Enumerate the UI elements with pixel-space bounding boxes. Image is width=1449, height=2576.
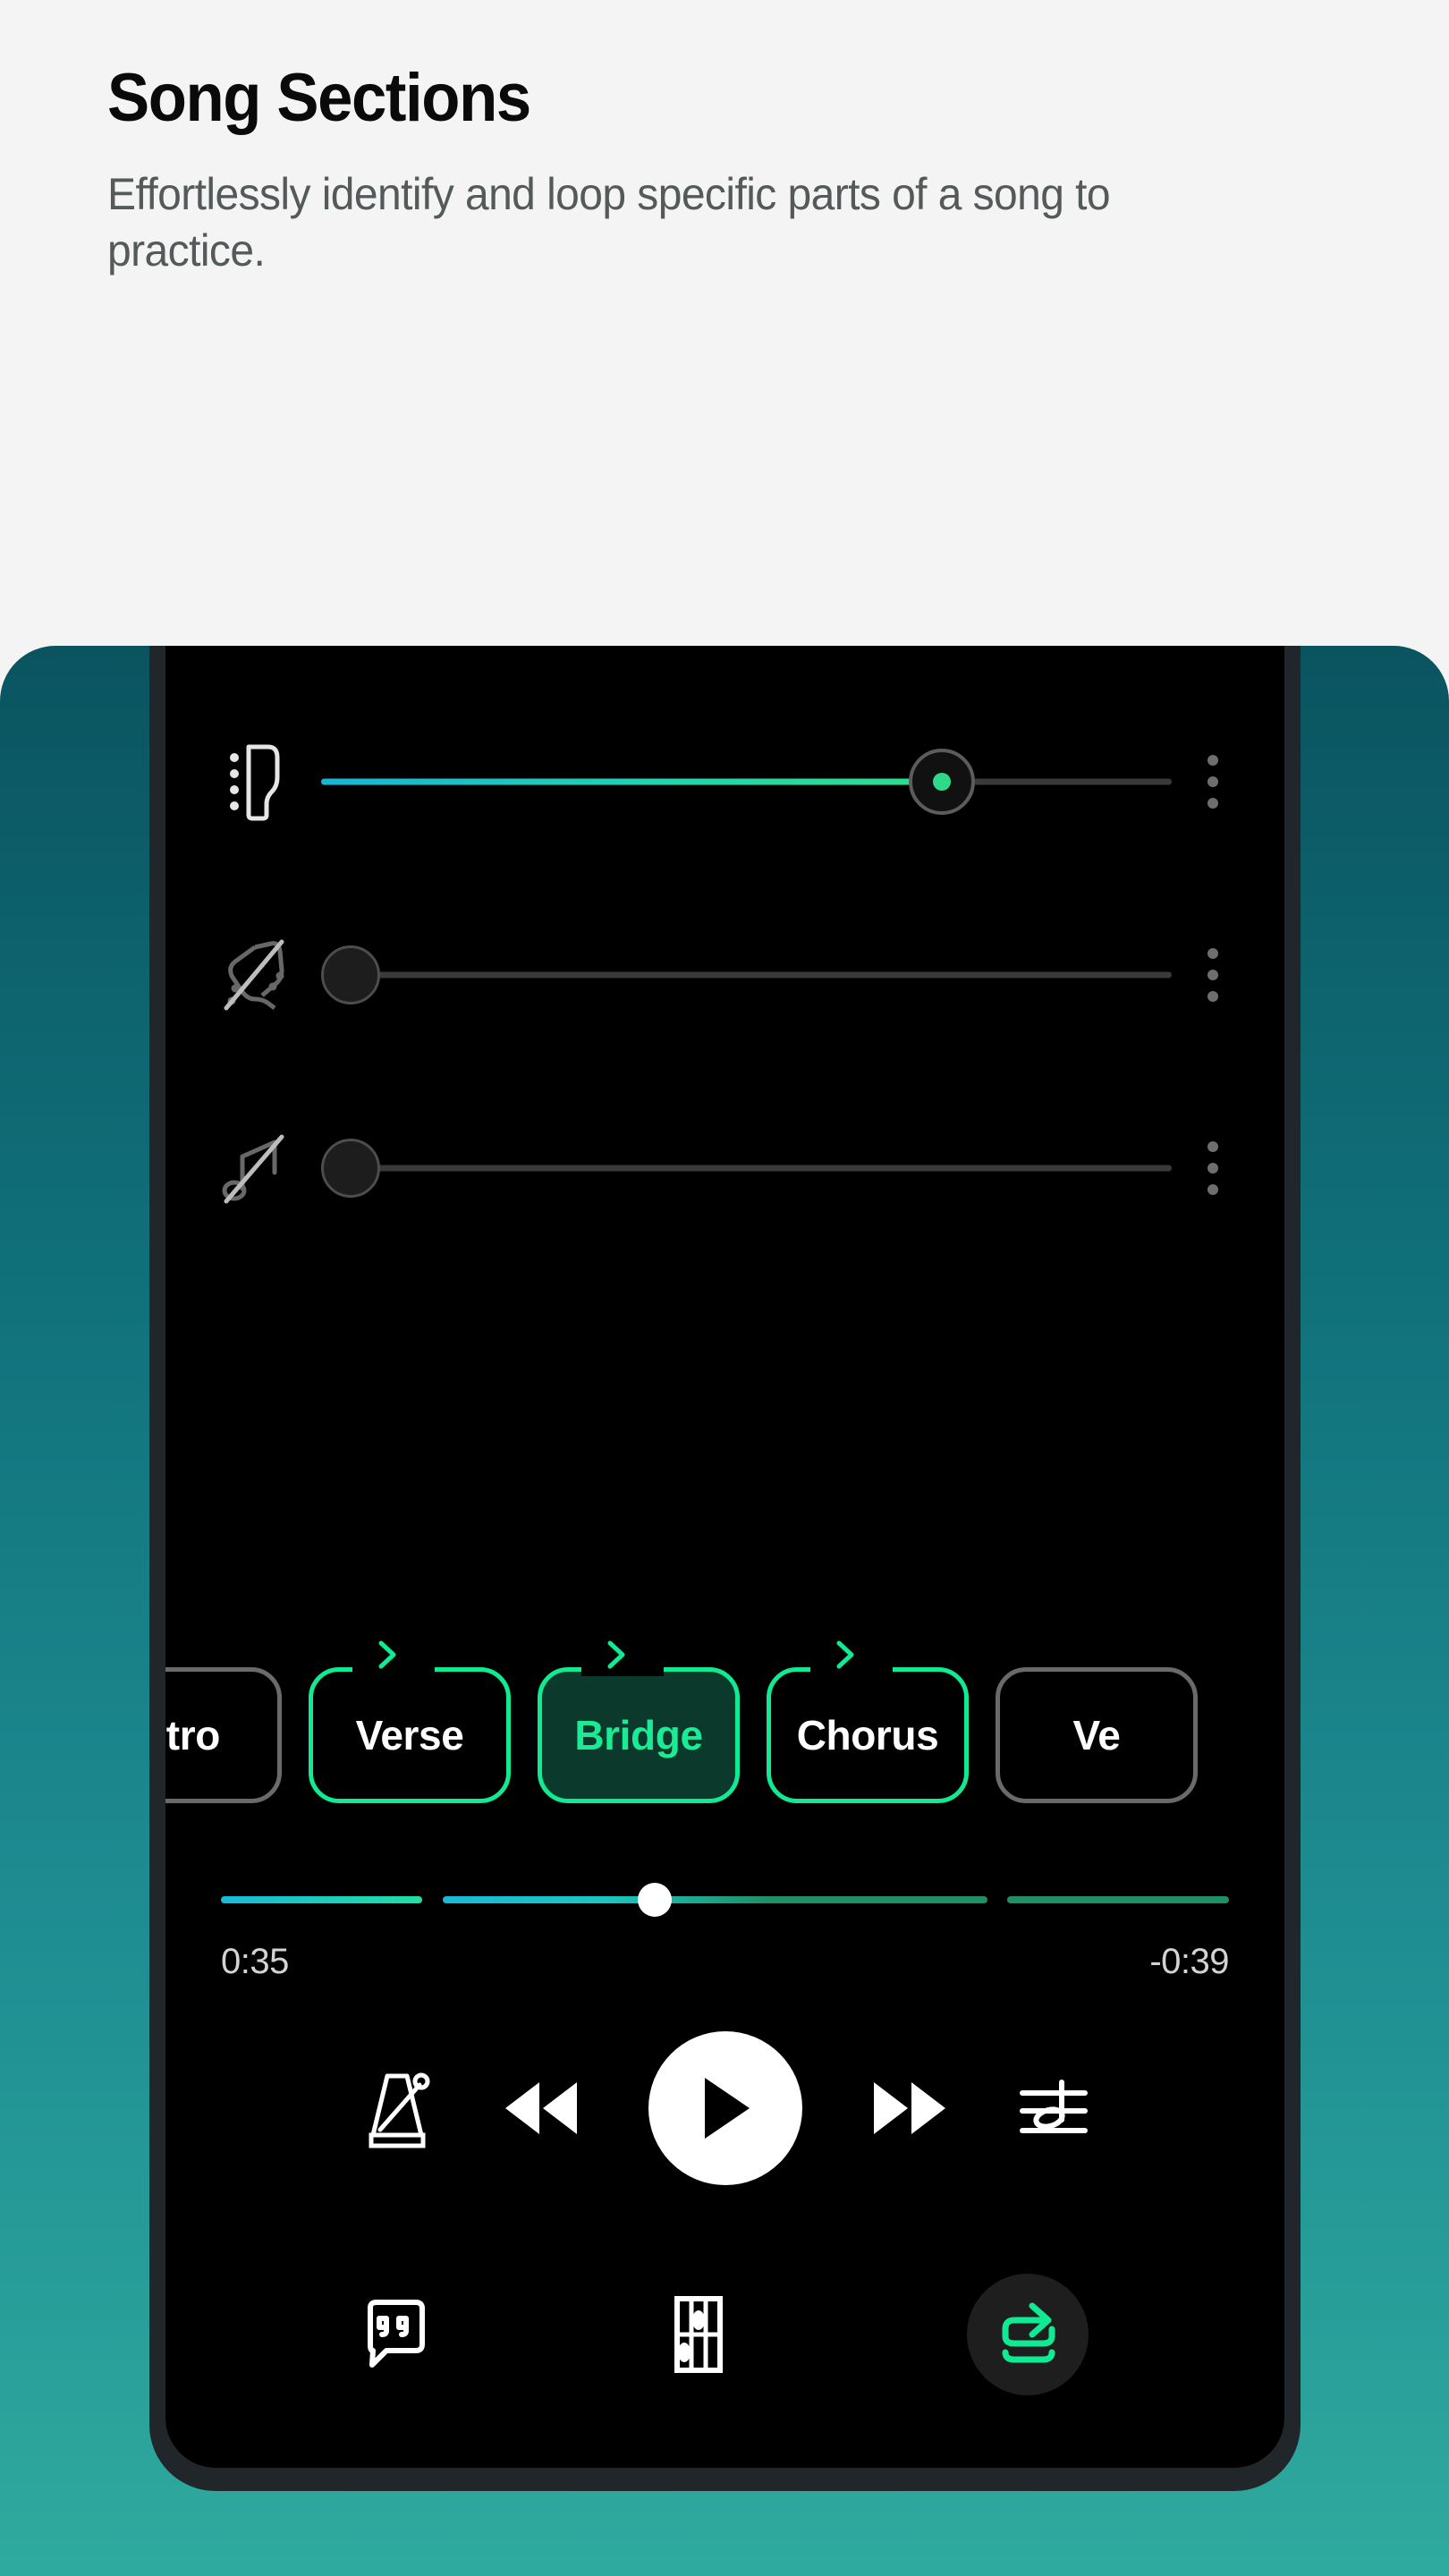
page-subtitle: Effortlessly identify and loop specific … bbox=[107, 168, 1111, 275]
section-chip-bridge[interactable]: Bridge bbox=[538, 1640, 740, 1803]
remaining-time: -0:39 bbox=[1149, 1942, 1229, 1981]
phone-mockup: ntro Verse Bridge bbox=[149, 646, 1301, 2491]
time-labels: 0:35 -0:39 bbox=[221, 1942, 1229, 1982]
playback-progress: 0:35 -0:39 bbox=[165, 1883, 1284, 1982]
slider-thumb[interactable] bbox=[321, 945, 380, 1004]
track-overflow-menu-icon[interactable] bbox=[1172, 948, 1254, 1002]
phone-screen: ntro Verse Bridge bbox=[165, 646, 1284, 2468]
section-chip-intro[interactable]: ntro bbox=[165, 1667, 282, 1803]
section-chip-verse-2[interactable]: Ve bbox=[996, 1667, 1198, 1803]
mixer-track bbox=[165, 685, 1284, 878]
progress-thumb[interactable] bbox=[637, 1883, 672, 1917]
progress-segment bbox=[442, 1896, 987, 1903]
section-chip-label: Verse bbox=[355, 1712, 464, 1758]
section-chip-label: Bridge bbox=[574, 1712, 703, 1758]
progress-segment bbox=[221, 1896, 423, 1903]
track-volume-slider[interactable] bbox=[321, 939, 1172, 1011]
slider-thumb[interactable] bbox=[321, 1139, 380, 1198]
mixer-track bbox=[165, 1072, 1284, 1265]
mixer-panel bbox=[165, 646, 1284, 1265]
lyrics-icon[interactable] bbox=[361, 2297, 431, 2372]
section-chip-label: ntro bbox=[165, 1712, 220, 1758]
track-volume-slider[interactable] bbox=[321, 1132, 1172, 1204]
slider-thumb[interactable] bbox=[909, 749, 976, 815]
pitch-notation-icon[interactable] bbox=[1017, 2072, 1090, 2145]
rewind-icon[interactable] bbox=[498, 2077, 584, 2140]
metronome-icon[interactable] bbox=[360, 2067, 434, 2149]
loop-arrow-icon bbox=[607, 1640, 625, 1669]
mixer-track bbox=[165, 878, 1284, 1072]
loop-arrow-icon bbox=[836, 1640, 854, 1669]
elapsed-time: 0:35 bbox=[221, 1942, 289, 1981]
transport-controls bbox=[165, 2014, 1284, 2202]
play-icon[interactable] bbox=[648, 2031, 802, 2185]
progress-bar[interactable] bbox=[221, 1883, 1229, 1917]
loop-arrow-icon bbox=[378, 1640, 396, 1669]
guitar-headstock-icon[interactable] bbox=[187, 741, 321, 822]
header: Song Sections Effortlessly identify and … bbox=[107, 63, 1360, 279]
section-chip-label: Chorus bbox=[796, 1712, 939, 1758]
track-volume-slider[interactable] bbox=[321, 746, 1172, 818]
slider-fill bbox=[321, 778, 943, 785]
progress-segment bbox=[1007, 1896, 1229, 1903]
bottom-tab-bar bbox=[165, 2250, 1284, 2419]
fast-forward-icon[interactable] bbox=[867, 2077, 953, 2140]
page-title: Song Sections bbox=[107, 60, 531, 136]
track-overflow-menu-icon[interactable] bbox=[1172, 1141, 1254, 1195]
section-chip-chorus[interactable]: Chorus bbox=[767, 1640, 969, 1803]
guitar-headstock-muted-icon[interactable] bbox=[187, 935, 321, 1015]
chord-diagram-icon[interactable] bbox=[665, 2293, 733, 2376]
track-overflow-menu-icon[interactable] bbox=[1172, 755, 1254, 809]
section-chip-label: Ve bbox=[1072, 1712, 1121, 1758]
slider-thumb-dot bbox=[933, 773, 952, 791]
section-chip-verse[interactable]: Verse bbox=[309, 1640, 511, 1803]
music-note-muted-icon[interactable] bbox=[187, 1130, 321, 1207]
song-sections-strip[interactable]: ntro Verse Bridge bbox=[165, 1640, 1284, 1820]
slider-rail bbox=[321, 1165, 1172, 1172]
loop-icon[interactable] bbox=[967, 2274, 1089, 2395]
slider-rail bbox=[321, 971, 1172, 979]
